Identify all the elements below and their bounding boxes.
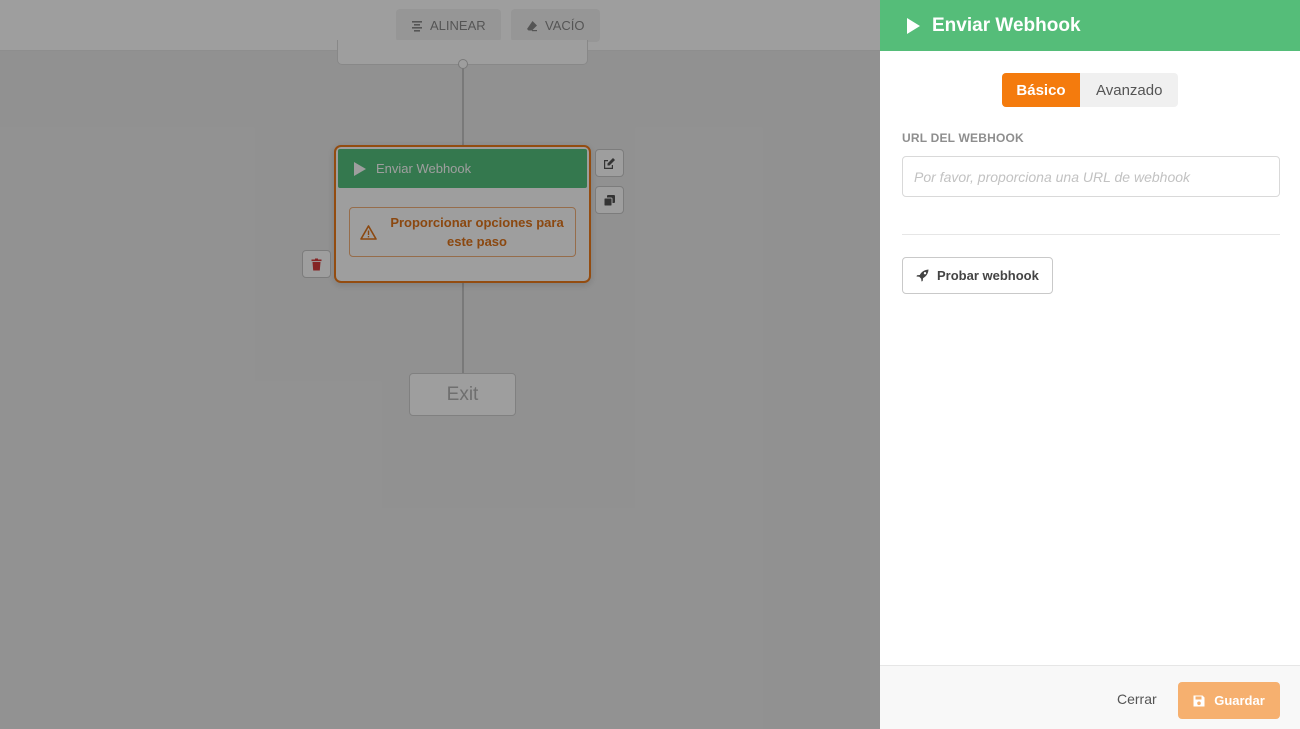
divider xyxy=(902,234,1280,235)
empty-button-label: VACÍO xyxy=(545,18,585,33)
close-button[interactable]: Cerrar xyxy=(1117,691,1157,707)
node-warning: Proporcionar opciones para este paso xyxy=(349,207,576,257)
tab-basic-label: Básico xyxy=(1016,81,1066,99)
tab-basic[interactable]: Básico xyxy=(1002,73,1080,107)
play-icon xyxy=(907,17,920,34)
exit-node[interactable]: Exit xyxy=(409,373,516,416)
save-button-label: Guardar xyxy=(1214,693,1265,708)
save-button[interactable]: Guardar xyxy=(1178,682,1280,719)
warning-triangle-icon xyxy=(360,224,377,240)
connector-line xyxy=(462,283,464,373)
align-button-label: ALINEAR xyxy=(430,18,486,33)
connector-line xyxy=(462,64,464,145)
panel-footer: Cerrar Guardar xyxy=(880,665,1300,729)
align-center-icon xyxy=(412,20,422,32)
trash-icon xyxy=(311,258,322,270)
play-icon xyxy=(354,161,366,176)
webhook-step-node[interactable]: Enviar Webhook Proporcionar opciones par… xyxy=(334,145,591,283)
webhook-url-label: URL DEL WEBHOOK xyxy=(902,131,1024,145)
node-title: Enviar Webhook xyxy=(376,161,472,176)
empty-button[interactable]: VACÍO xyxy=(511,9,600,42)
test-webhook-label: Probar webhook xyxy=(937,268,1039,283)
edit-node-button[interactable] xyxy=(595,149,624,177)
connector-dot[interactable] xyxy=(458,59,468,69)
step-settings-panel: Enviar Webhook Básico Avanzado URL DEL W… xyxy=(880,0,1300,729)
test-webhook-button[interactable]: Probar webhook xyxy=(902,257,1053,294)
eraser-icon xyxy=(527,20,537,31)
panel-title: Enviar Webhook xyxy=(932,14,1081,36)
tab-advanced[interactable]: Avanzado xyxy=(1080,73,1178,107)
edit-icon xyxy=(604,157,615,169)
align-button[interactable]: ALINEAR xyxy=(396,9,501,42)
delete-node-button[interactable] xyxy=(302,250,331,278)
webhook-url-input[interactable] xyxy=(902,156,1280,197)
tab-advanced-label: Avanzado xyxy=(1096,81,1163,99)
rocket-icon xyxy=(916,269,929,282)
node-warning-text: Proporcionar opciones para este paso xyxy=(390,215,564,249)
modal-backdrop xyxy=(0,0,880,729)
panel-tabs: Básico Avanzado xyxy=(1002,73,1179,107)
workflow-canvas[interactable]: ALINEAR VACÍO Enviar Webhook Proporciona… xyxy=(0,0,880,729)
exit-label: Exit xyxy=(446,383,479,405)
duplicate-node-button[interactable] xyxy=(595,186,624,214)
panel-header: Enviar Webhook xyxy=(880,0,1300,51)
copy-icon xyxy=(603,194,615,206)
node-header: Enviar Webhook xyxy=(338,149,587,188)
floppy-disk-icon xyxy=(1193,695,1205,706)
